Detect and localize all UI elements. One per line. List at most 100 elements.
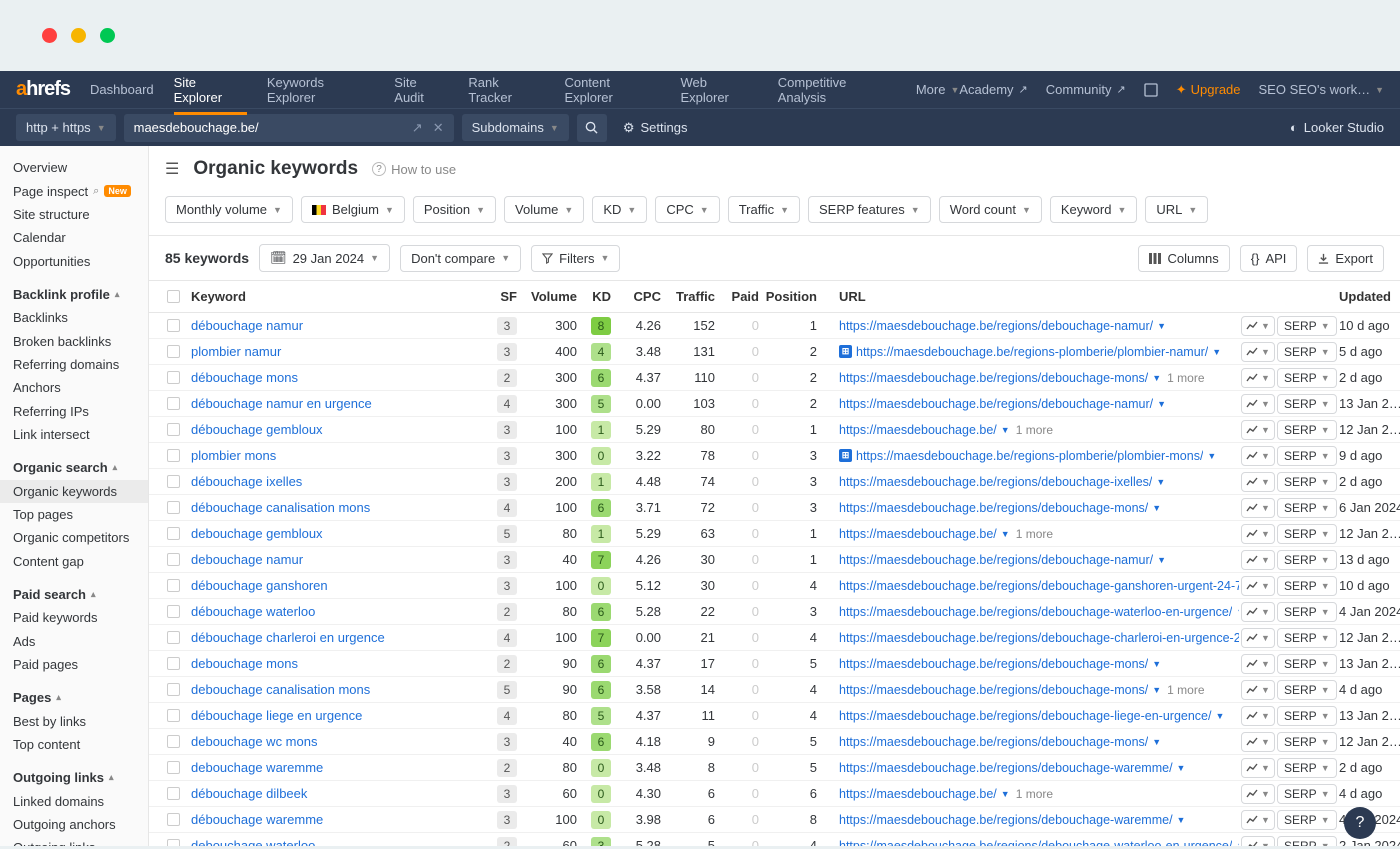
col-sf[interactable]: SF	[479, 289, 519, 304]
filter-monthly-volume[interactable]: Monthly volume▼	[165, 196, 293, 223]
nav-content-explorer[interactable]: Content Explorer	[564, 75, 660, 105]
sidebar-item-top-pages[interactable]: Top pages	[0, 503, 148, 526]
chart-button[interactable]: ▼	[1241, 368, 1275, 388]
nav-more[interactable]: More▼	[916, 82, 960, 97]
serp-button[interactable]: SERP▼	[1277, 498, 1337, 518]
upgrade-button[interactable]: ✦Upgrade	[1176, 82, 1241, 98]
sidebar-item-referring-ips[interactable]: Referring IPs	[0, 400, 148, 423]
filter-country[interactable]: Belgium▼	[301, 196, 405, 223]
sf-badge[interactable]: 2	[497, 655, 517, 673]
keyword-link[interactable]: débouchage charleroi en urgence	[191, 630, 385, 645]
help-fab[interactable]: ?	[1344, 807, 1376, 839]
row-checkbox[interactable]	[167, 527, 180, 540]
logo[interactable]: ahrefs	[16, 78, 70, 101]
filter-traffic[interactable]: Traffic▼	[728, 196, 800, 223]
sidebar-item-backlinks[interactable]: Backlinks	[0, 306, 148, 329]
url-link[interactable]: ⊞https://maesdebouchage.be/regions-plomb…	[839, 449, 1216, 463]
serp-button[interactable]: SERP▼	[1277, 316, 1337, 336]
url-link[interactable]: ⊞https://maesdebouchage.be/regions-plomb…	[839, 345, 1221, 359]
serp-button[interactable]: SERP▼	[1277, 550, 1337, 570]
sidebar-item-overview[interactable]: Overview	[0, 156, 148, 179]
sidebar-header-outgoing-links[interactable]: Outgoing links▴	[0, 764, 148, 789]
compare-dropdown[interactable]: Don't compare▼	[400, 245, 521, 272]
filter-serp-features[interactable]: SERP features▼	[808, 196, 931, 223]
chart-button[interactable]: ▼	[1241, 394, 1275, 414]
sf-badge[interactable]: 3	[497, 785, 517, 803]
clear-url-icon[interactable]: ✕	[433, 120, 444, 136]
col-cpc[interactable]: CPC	[613, 289, 663, 304]
filter-word-count[interactable]: Word count▼	[939, 196, 1042, 223]
chart-button[interactable]: ▼	[1241, 602, 1275, 622]
sf-badge[interactable]: 3	[497, 317, 517, 335]
settings-link[interactable]: ⚙Settings	[623, 120, 688, 136]
serp-button[interactable]: SERP▼	[1277, 576, 1337, 596]
sidebar-header-organic-search[interactable]: Organic search▴	[0, 454, 148, 479]
keyword-link[interactable]: débouchage ixelles	[191, 474, 302, 489]
url-link[interactable]: https://maesdebouchage.be/regions/debouc…	[839, 475, 1165, 489]
sf-badge[interactable]: 3	[497, 551, 517, 569]
appearance-toggle-icon[interactable]	[1144, 83, 1158, 97]
row-checkbox[interactable]	[167, 761, 180, 774]
serp-button[interactable]: SERP▼	[1277, 342, 1337, 362]
chart-button[interactable]: ▼	[1241, 524, 1275, 544]
how-to-use-link[interactable]: ?How to use	[372, 162, 456, 177]
sidebar-item-opportunities[interactable]: Opportunities	[0, 250, 148, 273]
sidebar-item-outgoing-anchors[interactable]: Outgoing anchors	[0, 813, 148, 836]
filter-position[interactable]: Position▼	[413, 196, 496, 223]
sidebar-item-linked-domains[interactable]: Linked domains	[0, 789, 148, 812]
row-checkbox[interactable]	[167, 657, 180, 670]
chart-button[interactable]: ▼	[1241, 628, 1275, 648]
keyword-link[interactable]: debouchage wc mons	[191, 734, 317, 749]
row-checkbox[interactable]	[167, 501, 180, 514]
serp-button[interactable]: SERP▼	[1277, 732, 1337, 752]
url-input[interactable]: maesdebouchage.be/ ↗ ✕	[124, 114, 454, 142]
filter-cpc[interactable]: CPC▼	[655, 196, 719, 223]
url-link[interactable]: https://maesdebouchage.be/regions/debouc…	[839, 501, 1161, 515]
mode-dropdown[interactable]: Subdomains▼	[462, 114, 569, 141]
sidebar-header-paid-search[interactable]: Paid search▴	[0, 581, 148, 606]
sidebar-item-page-inspect[interactable]: Page inspect⌕New	[0, 179, 148, 202]
row-checkbox[interactable]	[167, 423, 180, 436]
url-link[interactable]: https://maesdebouchage.be/regions/debouc…	[839, 709, 1224, 723]
keyword-link[interactable]: débouchage mons	[191, 370, 298, 385]
chart-button[interactable]: ▼	[1241, 654, 1275, 674]
row-checkbox[interactable]	[167, 605, 180, 618]
url-link[interactable]: https://maesdebouchage.be/regions/debouc…	[839, 761, 1185, 775]
nav-academy[interactable]: Academy↗	[959, 82, 1027, 97]
row-checkbox[interactable]	[167, 735, 180, 748]
col-traffic[interactable]: Traffic	[663, 289, 717, 304]
keyword-link[interactable]: débouchage gembloux	[191, 422, 323, 437]
serp-button[interactable]: SERP▼	[1277, 680, 1337, 700]
sf-badge[interactable]: 5	[497, 681, 517, 699]
chart-button[interactable]: ▼	[1241, 706, 1275, 726]
sidebar-item-site-structure[interactable]: Site structure	[0, 203, 148, 226]
filter-url[interactable]: URL▼	[1145, 196, 1208, 223]
sidebar-item-paid-pages[interactable]: Paid pages	[0, 653, 148, 676]
chart-button[interactable]: ▼	[1241, 758, 1275, 778]
sidebar-item-ads[interactable]: Ads	[0, 630, 148, 653]
col-url[interactable]: URL	[819, 289, 1239, 304]
url-link[interactable]: https://maesdebouchage.be/regions/debouc…	[839, 813, 1185, 827]
chart-button[interactable]: ▼	[1241, 550, 1275, 570]
url-link[interactable]: https://maesdebouchage.be/regions/debouc…	[839, 371, 1161, 385]
url-link[interactable]: https://maesdebouchage.be/regions/debouc…	[839, 579, 1239, 593]
chart-button[interactable]: ▼	[1241, 836, 1275, 847]
nav-keywords-explorer[interactable]: Keywords Explorer	[267, 75, 374, 105]
workspace-switcher[interactable]: SEO SEO's work…▼	[1259, 82, 1384, 97]
chart-button[interactable]: ▼	[1241, 420, 1275, 440]
keyword-link[interactable]: débouchage canalisation mons	[191, 500, 370, 515]
sf-badge[interactable]: 3	[497, 577, 517, 595]
chart-button[interactable]: ▼	[1241, 810, 1275, 830]
serp-button[interactable]: SERP▼	[1277, 368, 1337, 388]
keyword-link[interactable]: débouchage namur	[191, 318, 303, 333]
row-checkbox[interactable]	[167, 449, 180, 462]
sf-badge[interactable]: 4	[497, 395, 517, 413]
menu-icon[interactable]: ☰	[165, 159, 179, 179]
chart-button[interactable]: ▼	[1241, 732, 1275, 752]
serp-button[interactable]: SERP▼	[1277, 394, 1337, 414]
sf-badge[interactable]: 2	[497, 369, 517, 387]
sf-badge[interactable]: 3	[497, 343, 517, 361]
url-link[interactable]: https://maesdebouchage.be/regions/debouc…	[839, 735, 1161, 749]
serp-button[interactable]: SERP▼	[1277, 810, 1337, 830]
chart-button[interactable]: ▼	[1241, 472, 1275, 492]
